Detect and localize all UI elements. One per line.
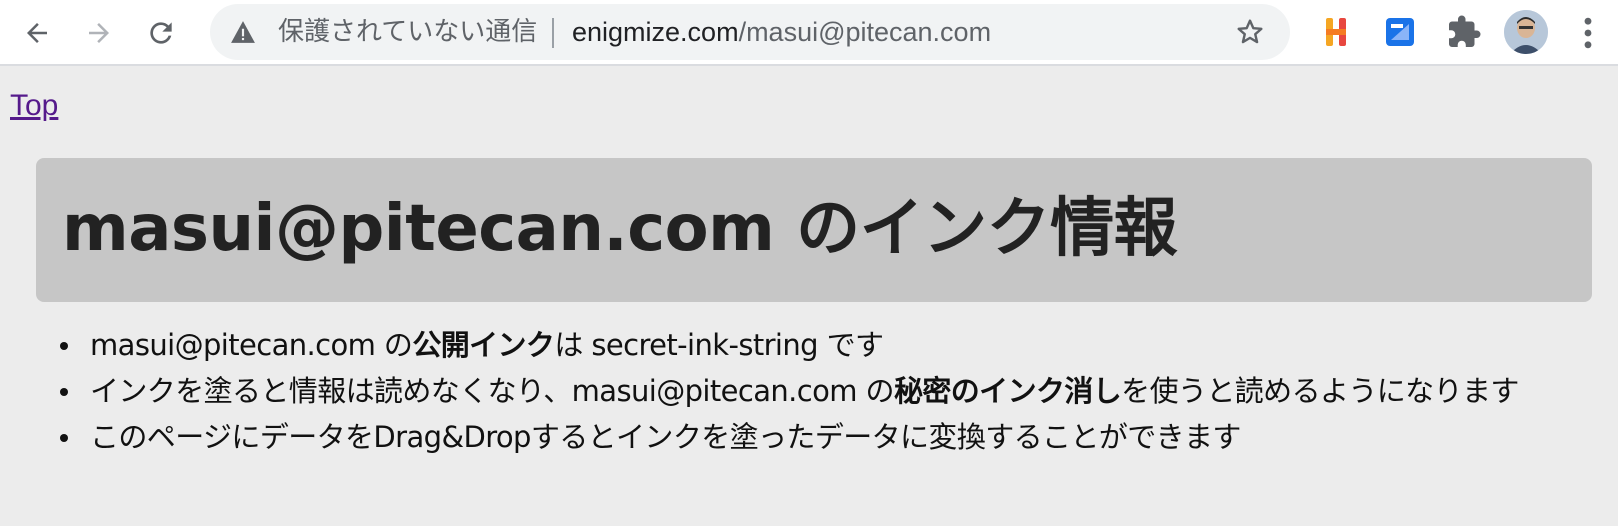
- profile-avatar[interactable]: [1504, 10, 1548, 54]
- back-button[interactable]: [16, 12, 58, 54]
- h-extension-icon[interactable]: [1318, 14, 1354, 50]
- address-separator: [552, 18, 554, 48]
- list-item-text: インクを塗ると情報は読めなくなり、masui@pitecan.com の: [90, 374, 895, 408]
- puzzle-icon[interactable]: [1446, 14, 1482, 50]
- list-item-text: を使うと読めるようになります: [1121, 374, 1519, 408]
- list-item-text: は secret-ink-string です: [554, 328, 884, 362]
- warning-triangle-icon: [231, 21, 255, 43]
- kebab-menu-icon[interactable]: [1572, 12, 1604, 54]
- profile-photo: [1504, 10, 1548, 54]
- security-status-label[interactable]: 保護されていない通信: [278, 17, 537, 47]
- heading-box: masui@pitecan.com のインク情報: [36, 158, 1592, 302]
- forward-button[interactable]: [78, 12, 120, 54]
- list-item: このページにデータをDrag&Dropするとインクを塗ったデータに変換することが…: [0, 414, 1519, 460]
- browser-toolbar: 保護されていない通信 enigmize.com/masui@pitecan.co…: [0, 0, 1618, 66]
- arrow-left-icon: [27, 23, 47, 43]
- blue-extension-icon[interactable]: [1382, 14, 1418, 50]
- page-content: Top masui@pitecan.com のインク情報 masui@pitec…: [0, 66, 1618, 526]
- url-path: /masui@pitecan.com: [738, 17, 992, 47]
- list-item-bold: 秘密のインク消し: [893, 374, 1122, 408]
- list-item-bold: 公開インク: [412, 328, 555, 362]
- reload-icon: [150, 22, 172, 44]
- reload-button[interactable]: [140, 12, 182, 54]
- list-item-text: このページにデータをDrag&Dropするとインクを塗ったデータに変換することが…: [90, 420, 1241, 454]
- list-item: masui@pitecan.com の公開インクは secret-ink-str…: [0, 322, 1519, 368]
- top-link[interactable]: Top: [10, 88, 58, 124]
- url-text[interactable]: enigmize.com/masui@pitecan.com: [572, 16, 991, 48]
- star-icon[interactable]: [1234, 16, 1266, 48]
- page-title: masui@pitecan.com のインク情報: [62, 192, 1178, 266]
- list-item-text: masui@pitecan.com の: [90, 328, 413, 362]
- address-bar[interactable]: 保護されていない通信 enigmize.com/masui@pitecan.co…: [210, 4, 1290, 60]
- list-item: インクを塗ると情報は読めなくなり、masui@pitecan.com の秘密のイ…: [0, 368, 1519, 414]
- info-list: masui@pitecan.com の公開インクは secret-ink-str…: [0, 322, 1519, 460]
- arrow-right-icon: [89, 23, 109, 43]
- url-host: enigmize.com: [572, 17, 739, 47]
